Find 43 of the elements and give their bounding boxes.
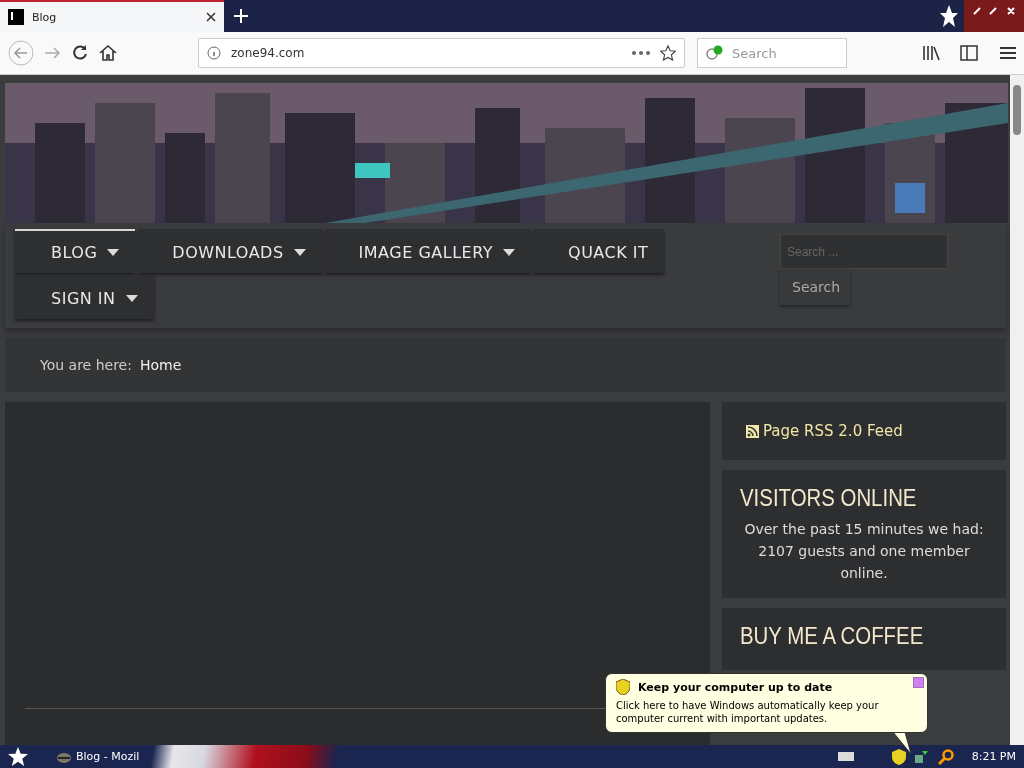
address-bar[interactable]: zone94.com: [198, 38, 685, 68]
module-title: VISITORS ONLINE: [740, 484, 918, 512]
balloon-title: Keep your computer up to date: [638, 680, 833, 694]
search-icon[interactable]: [937, 748, 954, 765]
notification-balloon[interactable]: Keep your computer up to date Click here to have Windows automatically keep your computer current with important updates.: [605, 673, 928, 733]
menu-item[interactable]: QUACK IT: [534, 229, 665, 273]
sidebar-icon[interactable]: [960, 45, 978, 61]
module-title: BUY ME A COFFEE: [740, 622, 925, 650]
menu-item[interactable]: BLOG: [15, 229, 136, 273]
home-icon[interactable]: [98, 43, 118, 63]
new-tab-icon[interactable]: [234, 9, 248, 23]
search-icon: [706, 45, 724, 61]
browser-tab[interactable]: Blog: [0, 0, 224, 32]
library-icon[interactable]: [922, 45, 940, 61]
tab-title: Blog: [32, 10, 58, 24]
start-star-icon[interactable]: [8, 746, 28, 767]
more-icon[interactable]: [632, 51, 650, 55]
close-icon[interactable]: [206, 12, 216, 22]
balloon-tail: [893, 732, 912, 755]
window-controls-icon[interactable]: [964, 0, 1024, 32]
rss-feed-link[interactable]: Page RSS 2.0 Feed: [746, 422, 903, 440]
network-icon[interactable]: [913, 748, 930, 765]
menu-item[interactable]: IMAGE GALLERY: [324, 229, 532, 273]
search-button[interactable]: Search: [780, 269, 850, 305]
menu-item[interactable]: DOWNLOADS: [138, 229, 322, 273]
module-text: Over the past 15 minutes we had: 2107 guests and one member online.: [744, 520, 984, 583]
shield-icon[interactable]: [891, 748, 906, 765]
breadcrumb-link[interactable]: Home: [139, 357, 182, 373]
rss-icon: [746, 424, 759, 438]
favicon-icon: [8, 9, 24, 25]
shield-icon: [616, 679, 630, 695]
taskbar-button[interactable]: Blog - Mozil: [56, 749, 140, 764]
reload-icon[interactable]: [70, 43, 90, 63]
star-icon: [940, 5, 958, 27]
menu-item[interactable]: SIGN IN: [15, 275, 154, 319]
scrollbar[interactable]: [1010, 75, 1024, 745]
keyboard-icon[interactable]: [837, 752, 854, 761]
clock: 8:21 PM: [971, 750, 1016, 763]
breadcrumb-label: You are here:: [40, 357, 132, 373]
bookmark-star-icon[interactable]: [660, 45, 676, 61]
balloon-text: Click here to have Windows automatically keep your computer current with important updates.: [616, 699, 880, 725]
info-icon: [207, 46, 221, 60]
menu-icon[interactable]: [1000, 46, 1016, 60]
